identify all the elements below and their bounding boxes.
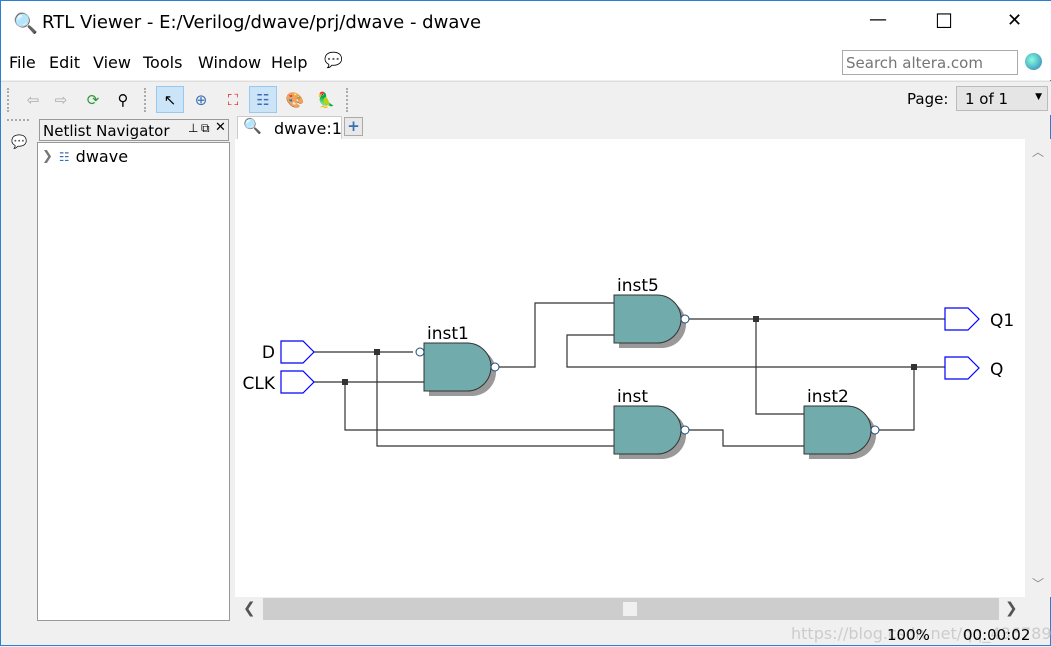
toolbar: ⇦ ⇨ ⟳ ⚲ ↖ ⊕ ⛶ ☷ 🎨 🦜 Page: 1 of 1 ▼ (1, 81, 1051, 115)
navigator-header: Netlist Navigator ⊥ ⧉ ✕ (39, 119, 229, 141)
app-icon: 🔍 (13, 11, 38, 35)
elapsed-time: 00:00:02 (963, 626, 1031, 644)
tab-label: dwave:1 (274, 119, 342, 138)
pin-icon[interactable]: ⊥ (188, 121, 198, 135)
page-value: 1 of 1 (965, 90, 1009, 108)
menu-window[interactable]: Window (198, 53, 261, 72)
output-port-q1[interactable] (944, 307, 980, 331)
menu-file[interactable]: File (9, 53, 36, 72)
chevron-right-icon[interactable]: ❯ (42, 149, 53, 164)
rtl-viewer-icon: 🔍 (243, 117, 262, 135)
nand-gate-inst2[interactable] (803, 405, 872, 455)
nand-gate-inst[interactable] (613, 405, 682, 455)
gate-label: inst1 (427, 324, 469, 344)
hierarchy-icon: ☷ (58, 149, 70, 164)
junction (911, 364, 917, 370)
menu-edit[interactable]: Edit (49, 53, 80, 72)
zoom-level: 100% (887, 626, 930, 644)
select-pointer-icon[interactable]: ↖ (156, 86, 184, 113)
chevron-down-icon: ▼ (1035, 92, 1042, 102)
navigator-title: Netlist Navigator (43, 122, 170, 140)
maximize-button[interactable]: ☐ (935, 9, 953, 33)
tab-dwave[interactable]: 🔍 dwave:1 (237, 116, 342, 139)
status-bar: https://blog.csdn.net/qq_43678923 100% 0… (1, 621, 1051, 647)
binoculars-icon[interactable]: ⚲ (109, 86, 137, 113)
back-icon[interactable]: ⇦ (19, 86, 47, 113)
comment-icon[interactable]: 💬 (324, 51, 343, 69)
hierarchy-list-icon[interactable]: ☷ (249, 86, 277, 113)
inversion-bubble (680, 425, 690, 435)
inversion-bubble (415, 347, 425, 357)
scroll-right-icon[interactable]: ❯ (1005, 599, 1018, 617)
forward-icon[interactable]: ⇨ (47, 86, 75, 113)
scroll-thumb[interactable] (623, 602, 637, 616)
input-port-clk[interactable] (280, 370, 315, 394)
side-grip[interactable] (7, 119, 29, 121)
tree-item-label: dwave (75, 147, 129, 166)
window-title: RTL Viewer - E:/Verilog/dwave/prj/dwave … (42, 12, 482, 33)
globe-icon[interactable] (1025, 53, 1042, 70)
tree-item[interactable]: ❯ ☷ dwave (42, 147, 128, 166)
toolbar-grip[interactable] (346, 88, 349, 112)
title-bar: 🔍 RTL Viewer - E:/Verilog/dwave/prj/dwav… (1, 1, 1051, 45)
port-label: Q (990, 360, 1003, 380)
menu-tools[interactable]: Tools (143, 53, 182, 72)
scroll-track[interactable] (263, 598, 999, 620)
inversion-bubble (490, 362, 500, 372)
close-icon[interactable]: ✕ (215, 120, 226, 135)
menu-bar: File Edit View Tools Window Help 💬 (1, 45, 1051, 80)
nand-gate-inst1[interactable] (423, 342, 492, 392)
palette-icon[interactable]: 🎨 (281, 86, 309, 113)
input-port-d[interactable] (280, 340, 315, 364)
inversion-bubble (680, 314, 690, 324)
zoom-icon[interactable]: ⊕ (187, 86, 215, 113)
inversion-bubble (870, 425, 880, 435)
scroll-left-icon[interactable]: ❮ (243, 599, 256, 617)
port-label: CLK (243, 374, 276, 394)
wire[interactable] (877, 367, 915, 431)
gate-label: inst5 (617, 276, 659, 296)
add-tab-button[interactable]: + (344, 117, 363, 136)
search-input[interactable] (842, 50, 1018, 75)
vertical-scrollbar[interactable]: ︿ ﹀ (1025, 139, 1051, 597)
toolbar-grip[interactable] (144, 88, 147, 112)
toolbar-grip[interactable] (7, 88, 10, 112)
port-label: Q1 (990, 311, 1014, 331)
page-select[interactable]: 1 of 1 ▼ (956, 86, 1048, 111)
wire[interactable] (688, 429, 804, 447)
menu-view[interactable]: View (93, 53, 131, 72)
gate-label: inst2 (807, 387, 849, 407)
gate-label: inst (617, 387, 648, 407)
junction (342, 379, 348, 385)
fit-window-icon[interactable]: ⛶ (219, 86, 247, 113)
parrot-icon[interactable]: 🦜 (312, 86, 340, 113)
scroll-up-icon[interactable]: ︿ (1032, 143, 1044, 160)
schematic-canvas[interactable]: D CLK Q1 Q inst1 inst5 inst inst2 (235, 139, 1025, 597)
minimize-button[interactable]: — (869, 9, 887, 30)
close-button[interactable]: ✕ (1007, 10, 1022, 31)
junction (753, 316, 759, 322)
output-port-q[interactable] (944, 356, 980, 380)
page-label: Page: (907, 90, 949, 108)
schematic: D CLK Q1 Q inst1 inst5 inst inst2 (243, 276, 1014, 459)
nand-gate-inst5[interactable] (613, 294, 682, 344)
port-label: D (262, 343, 275, 363)
refresh-icon[interactable]: ⟳ (79, 86, 107, 113)
netlist-navigator: ❯ ☷ dwave (37, 142, 230, 621)
menu-help[interactable]: Help (271, 53, 307, 72)
float-icon[interactable]: ⧉ (201, 121, 210, 136)
messages-icon[interactable]: 💬 (11, 135, 27, 150)
horizontal-scrollbar[interactable]: ❮ ❯ (235, 597, 1025, 621)
junction (374, 349, 380, 355)
scroll-down-icon[interactable]: ﹀ (1032, 575, 1044, 592)
